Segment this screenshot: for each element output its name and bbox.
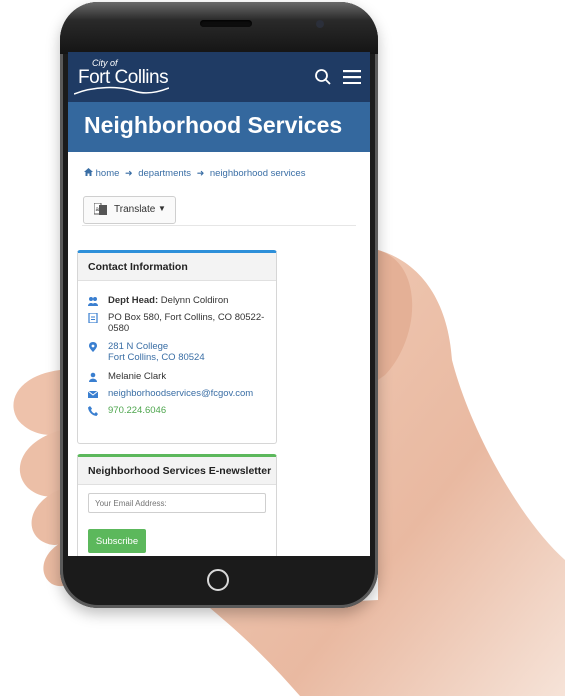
phone-screen: City of Fort Collins Neighborhood Servic… <box>68 52 370 556</box>
front-camera <box>316 20 324 28</box>
newsletter-panel-header: Neighborhood Services E-newsletter <box>78 457 276 485</box>
logo-swoosh <box>74 86 169 95</box>
envelope-icon <box>88 390 98 398</box>
breadcrumb-current[interactable]: neighborhood services <box>210 168 306 179</box>
phone-link[interactable]: 970.224.6046 <box>108 405 268 416</box>
arrow-right-icon: ➜ <box>196 168 205 178</box>
user-icon <box>89 372 97 382</box>
page-banner: Neighborhood Services <box>68 102 370 152</box>
contact-panel-header: Contact Information <box>78 253 276 281</box>
email-address-input[interactable] <box>88 493 266 513</box>
page-title: Neighborhood Services <box>84 112 343 138</box>
phone-top-bezel <box>60 2 378 54</box>
speaker-grille <box>200 20 252 27</box>
dept-head-name: Delynn Coldiron <box>160 295 229 306</box>
breadcrumb: home ➜ departments ➜ neighborhood servic… <box>84 168 305 179</box>
home-button[interactable] <box>207 569 229 591</box>
site-header: City of Fort Collins <box>68 52 370 102</box>
phone-icon <box>88 406 98 416</box>
dept-head-label: Dept Head: <box>108 295 159 306</box>
contact-panel-title: Contact Information <box>88 261 188 273</box>
address-line1-link[interactable]: 281 N College <box>108 341 168 352</box>
contact-person-name: Melanie Clark <box>108 371 167 382</box>
document-icon <box>88 313 98 323</box>
search-icon[interactable] <box>314 68 332 86</box>
hamburger-menu-icon[interactable] <box>343 70 361 84</box>
map-marker-icon <box>89 342 97 352</box>
translate-icon: a <box>94 203 107 215</box>
divider <box>82 225 356 226</box>
newsletter-panel-title: Neighborhood Services E-newsletter <box>88 465 272 477</box>
newsletter-panel: Neighborhood Services E-newsletter Subsc… <box>77 454 277 556</box>
translate-button[interactable]: a Translate ▼ <box>83 196 176 224</box>
arrow-right-icon: ➜ <box>125 168 133 178</box>
email-link[interactable]: neighborhoodservices@fcgov.com <box>108 388 268 399</box>
caret-down-icon: ▼ <box>158 204 166 213</box>
address-line2-link[interactable]: Fort Collins, CO 80524 <box>108 352 205 363</box>
po-box-text: PO Box 580, Fort Collins, CO 80522-0580 <box>108 312 265 334</box>
translate-label: Translate <box>114 204 156 215</box>
home-icon[interactable] <box>84 168 93 179</box>
breadcrumb-home-link[interactable]: home <box>96 168 120 179</box>
contact-information-panel: Contact Information Dept Head: Delynn Co… <box>77 250 277 444</box>
subscribe-button[interactable]: Subscribe <box>88 529 146 553</box>
breadcrumb-departments-link[interactable]: departments <box>138 168 191 179</box>
users-icon <box>88 297 98 306</box>
